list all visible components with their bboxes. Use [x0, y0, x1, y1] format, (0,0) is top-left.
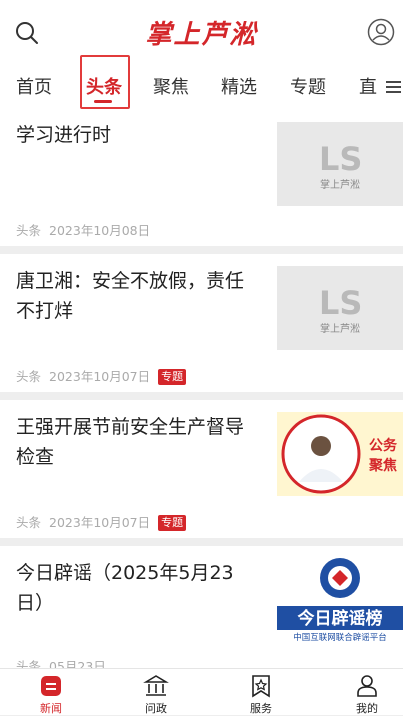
tab-selected[interactable]: 精选	[221, 72, 257, 104]
svg-text:LS: LS	[319, 284, 362, 322]
nav-service[interactable]: 服务	[231, 673, 291, 716]
article-thumbnail: 公务 聚焦	[277, 412, 403, 496]
svg-text:聚焦: 聚焦	[368, 457, 397, 474]
tab-home[interactable]: 首页	[16, 72, 52, 104]
article-thumbnail: LS 掌上芦淞	[277, 266, 403, 350]
nav-profile[interactable]: 我的	[337, 673, 397, 716]
government-icon	[143, 675, 169, 696]
tab-focus[interactable]: 聚焦	[153, 72, 189, 104]
article-thumbnail: LS 掌上芦淞	[277, 122, 403, 206]
article-date: 2023年10月07日	[49, 515, 151, 530]
article-date: 2023年10月07日	[49, 369, 151, 384]
article-title: 今日辟谣（2025年5月23日）	[16, 562, 234, 614]
article-source: 头条	[16, 515, 42, 530]
nav-government[interactable]: 问政	[126, 673, 186, 716]
article-title: 学习进行时	[16, 124, 112, 146]
app-logo: 掌上芦淞	[145, 20, 258, 50]
profile-icon	[357, 675, 377, 697]
article-meta: 头条 2023年10月08日	[16, 220, 158, 239]
user-avatar-icon[interactable]	[367, 18, 395, 46]
svg-text:掌上芦淞: 掌上芦淞	[320, 323, 360, 335]
svg-text:今日辟谣榜: 今日辟谣榜	[298, 608, 383, 629]
svg-text:掌上芦淞: 掌上芦淞	[320, 179, 360, 191]
service-icon	[252, 675, 270, 698]
article-date: 2023年10月08日	[49, 223, 151, 238]
active-tab-indicator	[94, 100, 112, 103]
topic-badge: 专题	[158, 369, 187, 385]
svg-text:公务: 公务	[369, 437, 398, 454]
article-title: 唐卫湘：安全不放假，责任不打烊	[16, 270, 245, 322]
article-title: 王强开展节前安全生产督导检查	[16, 416, 245, 468]
list-item[interactable]: 今日辟谣（2025年5月23日） 头条 05月23日 今日辟谣榜 中国互联网联合辟…	[0, 546, 403, 674]
channel-tabs: 首页 头条 聚焦 精选 专题 直	[0, 64, 403, 112]
nav-news[interactable]: 新闻	[21, 673, 81, 716]
app-header: 掌上芦淞	[0, 0, 403, 64]
article-source: 头条	[16, 223, 42, 238]
topic-badge: 专题	[158, 515, 187, 531]
menu-icon[interactable]	[381, 76, 403, 98]
news-icon	[41, 676, 61, 696]
article-meta: 头条 2023年10月07日 专题	[16, 512, 194, 531]
article-thumbnail: 今日辟谣榜 中国互联网联合辟谣平台	[277, 556, 403, 642]
list-item[interactable]: 唐卫湘：安全不放假，责任不打烊 头条 2023年10月07日 专题 LS 掌上芦淞	[0, 254, 403, 392]
bottom-nav: 新闻 问政 服务 我的	[0, 668, 403, 715]
tab-live[interactable]: 直	[359, 72, 377, 104]
tab-topics[interactable]: 专题	[290, 72, 326, 104]
article-source: 头条	[16, 369, 42, 384]
article-meta: 头条 2023年10月07日 专题	[16, 366, 194, 385]
svg-text:中国互联网联合辟谣平台: 中国互联网联合辟谣平台	[293, 632, 387, 642]
list-item[interactable]: 学习进行时 头条 2023年10月08日 LS 掌上芦淞	[0, 112, 403, 246]
list-item[interactable]: 王强开展节前安全生产督导检查 头条 2023年10月07日 专题 公务 聚焦	[0, 400, 403, 538]
svg-text:LS: LS	[319, 140, 362, 178]
